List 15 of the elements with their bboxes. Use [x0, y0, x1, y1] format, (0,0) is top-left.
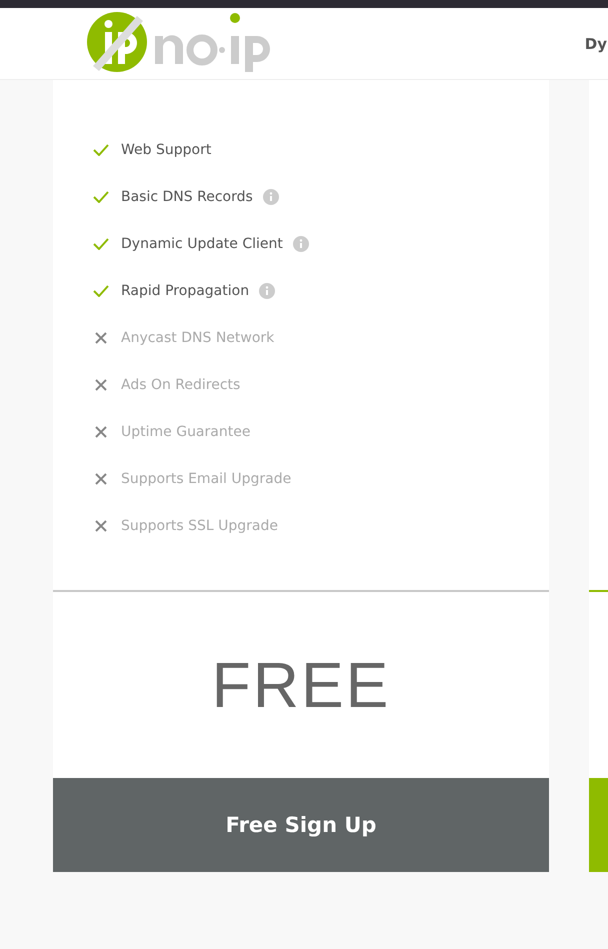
plan-price: FREE [212, 648, 390, 722]
feature-label: Rapid Propagation [121, 282, 250, 298]
feature-label: Web Support [121, 142, 212, 158]
feature-label: Supports Email Upgrade [121, 470, 292, 486]
info-icon[interactable] [292, 236, 309, 252]
feature-label: Basic DNS Records [121, 188, 253, 204]
info-icon[interactable] [262, 188, 279, 204]
feature-label: Uptime Guarantee [121, 424, 250, 440]
nav-link[interactable]: Dy [284, 34, 607, 52]
feature-label: Anycast DNS Network [121, 330, 274, 346]
feature-label: Dynamic Update Client [121, 236, 283, 252]
sign-up-button[interactable]: Free Sign Up [53, 778, 549, 872]
feature-label: Ads On Redirects [121, 376, 240, 392]
info-icon[interactable] [259, 282, 276, 298]
feature-label: Supports SSL Upgrade [121, 518, 278, 534]
